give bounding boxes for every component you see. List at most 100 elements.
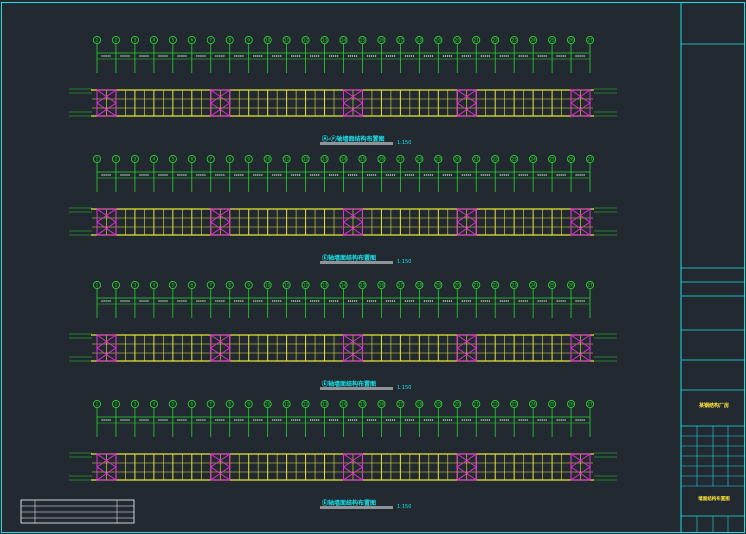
axis-label: 22 [493,157,499,162]
elevation-1: 1 2 3 4 5 6 7 8 9 10 11 12 13 14 15 16 17 18 19 20 21 22 23 24 2… [69,35,617,145]
axis-label: 2 [115,157,118,162]
axis-label: 5 [172,402,175,407]
axis-label: 1 [96,402,99,407]
axis-label: 18 [417,157,423,162]
axis-label: 12 [303,402,309,407]
axis-label: 12 [303,38,309,43]
axis-label: 19 [436,38,442,43]
axis-label: 23 [511,157,517,162]
axis-label: 1 [96,38,99,43]
title-block [681,43,744,532]
axis-label: 24 [530,402,536,407]
axis-label: 6 [190,38,193,43]
axis-label: 13 [322,38,328,43]
elevation-scale-1: 1:150 [397,140,412,146]
axis-label: 17 [398,157,404,162]
axis-label: 26 [568,283,574,288]
axis-label: 1 [96,283,99,288]
axis-label: 14 [341,402,347,407]
axis-label: 11 [284,283,290,288]
axis-label: 15 [360,283,366,288]
axis-label: 4 [153,402,156,407]
axis-label: 15 [360,38,366,43]
axis-label: 14 [341,283,347,288]
axis-label: 2 [115,38,118,43]
axis-label: 23 [511,283,517,288]
axis-label: 6 [190,402,193,407]
axis-label: 10 [265,283,271,288]
elevation-title-2: Ⓔ轴墙面结构布置图 [322,255,377,262]
axis-label: 14 [341,157,347,162]
axis-label: 23 [511,38,517,43]
axis-label: 8 [228,402,231,407]
axis-label: 26 [568,402,574,407]
title-block-drawing-name: 墙面结构布置图 [698,497,730,502]
elevation-2: 1 2 3 4 5 6 7 8 9 10 11 12 13 14 15 16 17 18 19 20 21 22 23 24 2… [69,154,617,264]
cad-drawing: 1 2 3 4 5 6 7 8 9 10 11 12 13 14 15 16 17 18 19 20 21 22 23 24 2… [1,2,745,533]
axis-label: 25 [549,157,555,162]
axis-label: 4 [153,157,156,162]
axis-label: 9 [247,402,250,407]
axis-label: 3 [134,38,137,43]
axis-label: 16 [379,38,385,43]
axis-label: 22 [493,38,499,43]
axis-label: 21 [474,38,480,43]
elevation-scale-3: 1:150 [397,385,412,391]
elevation-title-1: Ⓐ-Ⓕ轴墙面结构布置图 [322,136,385,143]
axis-label: 13 [322,283,328,288]
axis-label: 7 [209,38,212,43]
axis-label: 17 [398,283,404,288]
axis-label: 14 [341,38,347,43]
axis-label: 11 [284,402,290,407]
signature-table [20,499,135,524]
axis-label: 10 [265,38,271,43]
axis-label: 25 [549,38,555,43]
axis-label: 7 [209,283,212,288]
elevation-scale-2: 1:150 [397,259,412,265]
axis-label: 22 [493,402,499,407]
axis-label: 16 [379,157,385,162]
elevation-scale-4: 1:150 [397,504,412,510]
axis-label: 11 [284,157,290,162]
axis-label: 4 [153,283,156,288]
axis-label: 17 [398,38,404,43]
axis-label: 24 [530,38,536,43]
title-block-project-name: 某钢结构厂房 [698,403,729,409]
axis-label: 5 [172,157,175,162]
axis-label: 9 [247,157,250,162]
axis-label: 2 [115,402,118,407]
axis-label: 18 [417,283,423,288]
axis-label: 22 [493,283,499,288]
axis-label: 3 [134,283,137,288]
axis-label: 13 [322,157,328,162]
axis-label: 13 [322,402,328,407]
axis-label: 17 [398,402,404,407]
axis-label: 18 [417,402,423,407]
axis-label: 27 [587,402,593,407]
axis-label: 11 [284,38,290,43]
axis-label: 18 [417,38,423,43]
axis-label: 20 [455,38,461,43]
axis-label: 10 [265,402,271,407]
axis-label: 26 [568,38,574,43]
elevation-4: 1 2 3 4 5 6 7 8 9 10 11 12 13 14 15 16 17 18 19 20 21 22 23 24 2… [69,399,617,509]
axis-label: 24 [530,157,536,162]
axis-label: 10 [265,157,271,162]
axis-label: 15 [360,157,366,162]
axis-label: 25 [549,402,555,407]
axis-label: 27 [587,38,593,43]
axis-label: 19 [436,402,442,407]
axis-label: 12 [303,283,309,288]
axis-label: 21 [474,283,480,288]
axis-label: 20 [455,283,461,288]
axis-label: 8 [228,283,231,288]
elevation-3: 1 2 3 4 5 6 7 8 9 10 11 12 13 14 15 16 17 18 19 20 21 22 23 24 2… [69,280,617,390]
axis-label: 3 [134,157,137,162]
axis-label: 27 [587,157,593,162]
axis-label: 23 [511,402,517,407]
axis-label: 5 [172,283,175,288]
axis-label: 25 [549,283,555,288]
axis-label: 8 [228,38,231,43]
axis-label: 9 [247,38,250,43]
axis-label: 16 [379,402,385,407]
